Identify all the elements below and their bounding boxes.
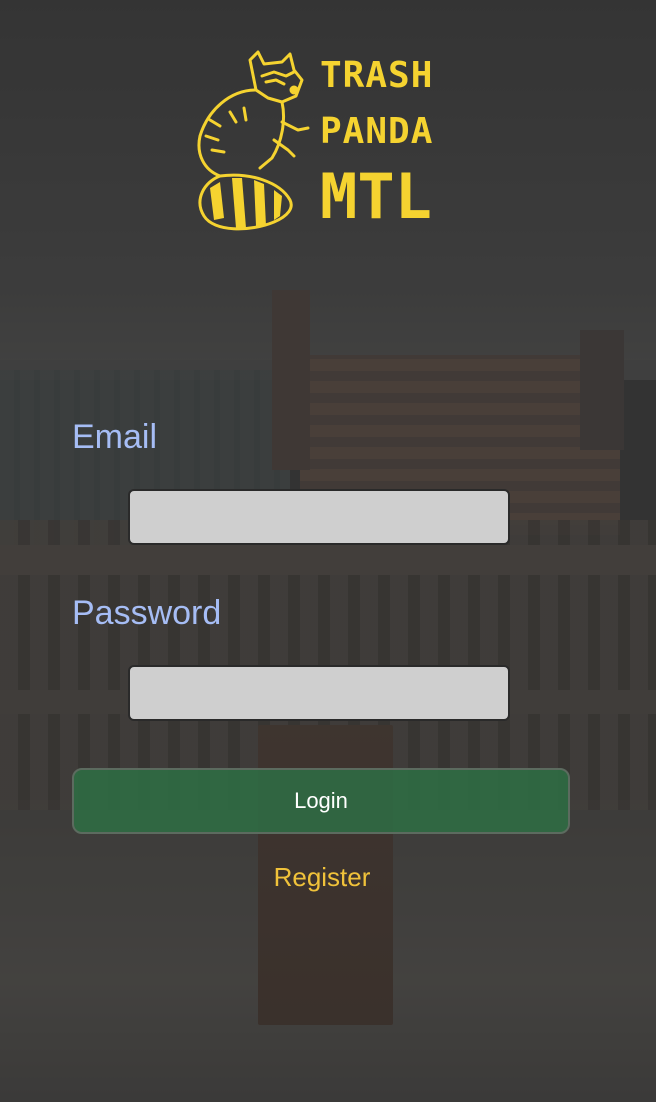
password-field[interactable] xyxy=(128,665,510,721)
logo-line-3: MTL xyxy=(320,160,432,233)
register-link[interactable]: Register xyxy=(0,862,644,893)
login-button[interactable]: Login xyxy=(72,768,570,834)
raccoon-icon xyxy=(197,50,310,231)
app-logo: TRASH PANDA MTL xyxy=(190,50,460,235)
email-field[interactable] xyxy=(128,489,510,545)
logo-line-2: PANDA xyxy=(320,111,434,152)
logo-line-1: TRASH xyxy=(320,55,434,96)
password-label: Password xyxy=(72,594,222,632)
email-label: Email xyxy=(72,418,158,456)
